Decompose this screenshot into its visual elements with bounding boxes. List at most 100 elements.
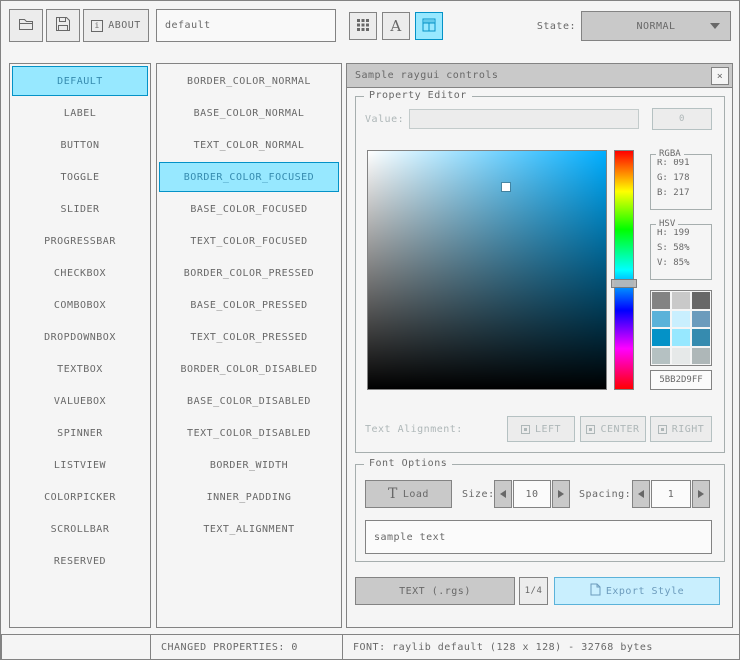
palette-swatch[interactable] bbox=[652, 329, 670, 346]
property-list-item[interactable]: BASE_COLOR_NORMAL bbox=[159, 98, 339, 128]
export-style-label: Export Style bbox=[605, 585, 685, 597]
property-list-item[interactable]: TEXT_COLOR_NORMAL bbox=[159, 130, 339, 160]
properties-list: BORDER_COLOR_NORMAL BASE_COLOR_NORMAL TE… bbox=[156, 63, 342, 628]
controls-list-item[interactable]: VALUEBOX bbox=[12, 386, 148, 416]
controls-list-item[interactable]: LISTVIEW bbox=[12, 450, 148, 480]
sample-text-input[interactable] bbox=[365, 520, 712, 554]
palette-swatch[interactable] bbox=[692, 347, 710, 364]
controls-list-item[interactable]: LABEL bbox=[12, 98, 148, 128]
style-name-input[interactable] bbox=[156, 9, 336, 42]
palette-swatch[interactable] bbox=[672, 329, 690, 346]
style-table-button[interactable] bbox=[415, 12, 443, 40]
sample-window-title: Sample raygui controls bbox=[355, 70, 499, 81]
sample-window-titlebar[interactable]: Sample raygui controls × bbox=[347, 64, 732, 88]
align-left-icon bbox=[520, 424, 530, 434]
value-label: Value: bbox=[365, 113, 405, 125]
palette-swatch[interactable] bbox=[652, 347, 670, 364]
spacing-value-box[interactable]: 1 bbox=[651, 480, 691, 508]
floppy-save-icon bbox=[55, 16, 71, 35]
controls-list-item[interactable]: PROGRESSBAR bbox=[12, 226, 148, 256]
export-page-button[interactable]: 1/4 bbox=[519, 577, 548, 605]
state-dropdown-value: NORMAL bbox=[636, 20, 676, 32]
grid-view-button[interactable] bbox=[349, 12, 377, 40]
controls-list-item[interactable]: DROPDOWNBOX bbox=[12, 322, 148, 352]
palette-swatch[interactable] bbox=[692, 329, 710, 346]
palette-swatch[interactable] bbox=[672, 310, 690, 327]
statusbar-left-section bbox=[1, 634, 151, 659]
chevron-down-icon bbox=[710, 23, 720, 29]
close-button[interactable]: × bbox=[711, 67, 729, 85]
open-file-button[interactable] bbox=[9, 9, 43, 42]
size-value-box[interactable]: 10 bbox=[513, 480, 551, 508]
export-style-button[interactable]: Export Style bbox=[554, 577, 720, 605]
text-alignment-label: Text Alignment: bbox=[365, 423, 463, 435]
controls-list-item[interactable]: SPINNER bbox=[12, 418, 148, 448]
property-list-item[interactable]: BORDER_COLOR_FOCUSED bbox=[159, 162, 339, 192]
controls-list-item[interactable]: CHECKBOX bbox=[12, 258, 148, 288]
color-saturation-value-panel[interactable] bbox=[367, 150, 607, 390]
controls-list-item[interactable]: TOGGLE bbox=[12, 162, 148, 192]
controls-list-item[interactable]: COMBOBOX bbox=[12, 290, 148, 320]
align-right-button[interactable]: RIGHT bbox=[650, 416, 712, 442]
palette-swatch[interactable] bbox=[652, 292, 670, 309]
property-list-item[interactable]: INNER_PADDING bbox=[159, 482, 339, 512]
info-icon: i bbox=[91, 19, 104, 32]
property-list-item[interactable]: BORDER_COLOR_PRESSED bbox=[159, 258, 339, 288]
property-list-item[interactable]: TEXT_ALIGNMENT bbox=[159, 514, 339, 544]
font-t-icon: T bbox=[388, 486, 398, 502]
property-list-item[interactable]: BORDER_COLOR_DISABLED bbox=[159, 354, 339, 384]
controls-list-item[interactable]: SCROLLBAR bbox=[12, 514, 148, 544]
value-button[interactable]: 0 bbox=[652, 108, 712, 130]
font-settings-button[interactable]: A bbox=[382, 12, 410, 40]
hsv-v-value: V: 85% bbox=[657, 258, 690, 268]
controls-list-item[interactable]: SLIDER bbox=[12, 194, 148, 224]
export-format-button[interactable]: TEXT (.rgs) bbox=[355, 577, 515, 605]
letter-a-icon: A bbox=[390, 16, 402, 35]
property-list-item[interactable]: BASE_COLOR_PRESSED bbox=[159, 290, 339, 320]
property-list-item[interactable]: BASE_COLOR_DISABLED bbox=[159, 386, 339, 416]
align-center-button[interactable]: CENTER bbox=[580, 416, 646, 442]
value-input[interactable] bbox=[409, 109, 639, 129]
hsv-group-label: HSV bbox=[656, 219, 679, 229]
hue-bar[interactable] bbox=[611, 150, 637, 390]
size-decrement-button[interactable] bbox=[494, 480, 512, 508]
controls-list-item[interactable]: BUTTON bbox=[12, 130, 148, 160]
font-load-button[interactable]: T Load bbox=[365, 480, 452, 508]
rgba-g-value: G: 178 bbox=[657, 173, 690, 183]
save-file-button[interactable] bbox=[46, 9, 80, 42]
rgba-b-value: B: 217 bbox=[657, 188, 690, 198]
spacing-increment-button[interactable] bbox=[692, 480, 710, 508]
property-list-item[interactable]: BASE_COLOR_FOCUSED bbox=[159, 194, 339, 224]
arrow-left-icon bbox=[500, 490, 506, 498]
align-left-label: LEFT bbox=[534, 423, 562, 435]
rgba-group-label: RGBA bbox=[656, 149, 684, 159]
about-button[interactable]: i ABOUT bbox=[83, 9, 149, 42]
state-dropdown[interactable]: NORMAL bbox=[581, 11, 731, 41]
align-right-label: RIGHT bbox=[671, 423, 705, 435]
size-increment-button[interactable] bbox=[552, 480, 570, 508]
font-spacing-label: Spacing: bbox=[579, 488, 632, 500]
palette-swatch[interactable] bbox=[692, 310, 710, 327]
palette-swatch[interactable] bbox=[652, 310, 670, 327]
sample-controls-window: Sample raygui controls × Property Editor… bbox=[346, 63, 733, 628]
controls-list-item[interactable]: COLORPICKER bbox=[12, 482, 148, 512]
spacing-decrement-button[interactable] bbox=[632, 480, 650, 508]
property-list-item[interactable]: TEXT_COLOR_PRESSED bbox=[159, 322, 339, 352]
controls-list-item[interactable]: RESERVED bbox=[12, 546, 148, 576]
palette-swatch[interactable] bbox=[672, 347, 690, 364]
property-list-item[interactable]: BORDER_WIDTH bbox=[159, 450, 339, 480]
palette-swatch[interactable] bbox=[672, 292, 690, 309]
property-list-item[interactable]: TEXT_COLOR_DISABLED bbox=[159, 418, 339, 448]
hex-color-value[interactable]: 5BB2D9FF bbox=[650, 370, 712, 390]
grid-icon bbox=[356, 18, 370, 35]
controls-list-item[interactable]: TEXTBOX bbox=[12, 354, 148, 384]
property-list-item[interactable]: TEXT_COLOR_FOCUSED bbox=[159, 226, 339, 256]
controls-list: DEFAULT LABEL BUTTON TOGGLE SLIDER PROGR… bbox=[9, 63, 151, 628]
folder-open-icon bbox=[18, 16, 34, 35]
align-left-button[interactable]: LEFT bbox=[507, 416, 575, 442]
property-list-item[interactable]: BORDER_COLOR_NORMAL bbox=[159, 66, 339, 96]
color-cursor[interactable] bbox=[502, 182, 511, 191]
palette-swatch[interactable] bbox=[692, 292, 710, 309]
hue-slider[interactable] bbox=[611, 278, 637, 288]
controls-list-item[interactable]: DEFAULT bbox=[12, 66, 148, 96]
